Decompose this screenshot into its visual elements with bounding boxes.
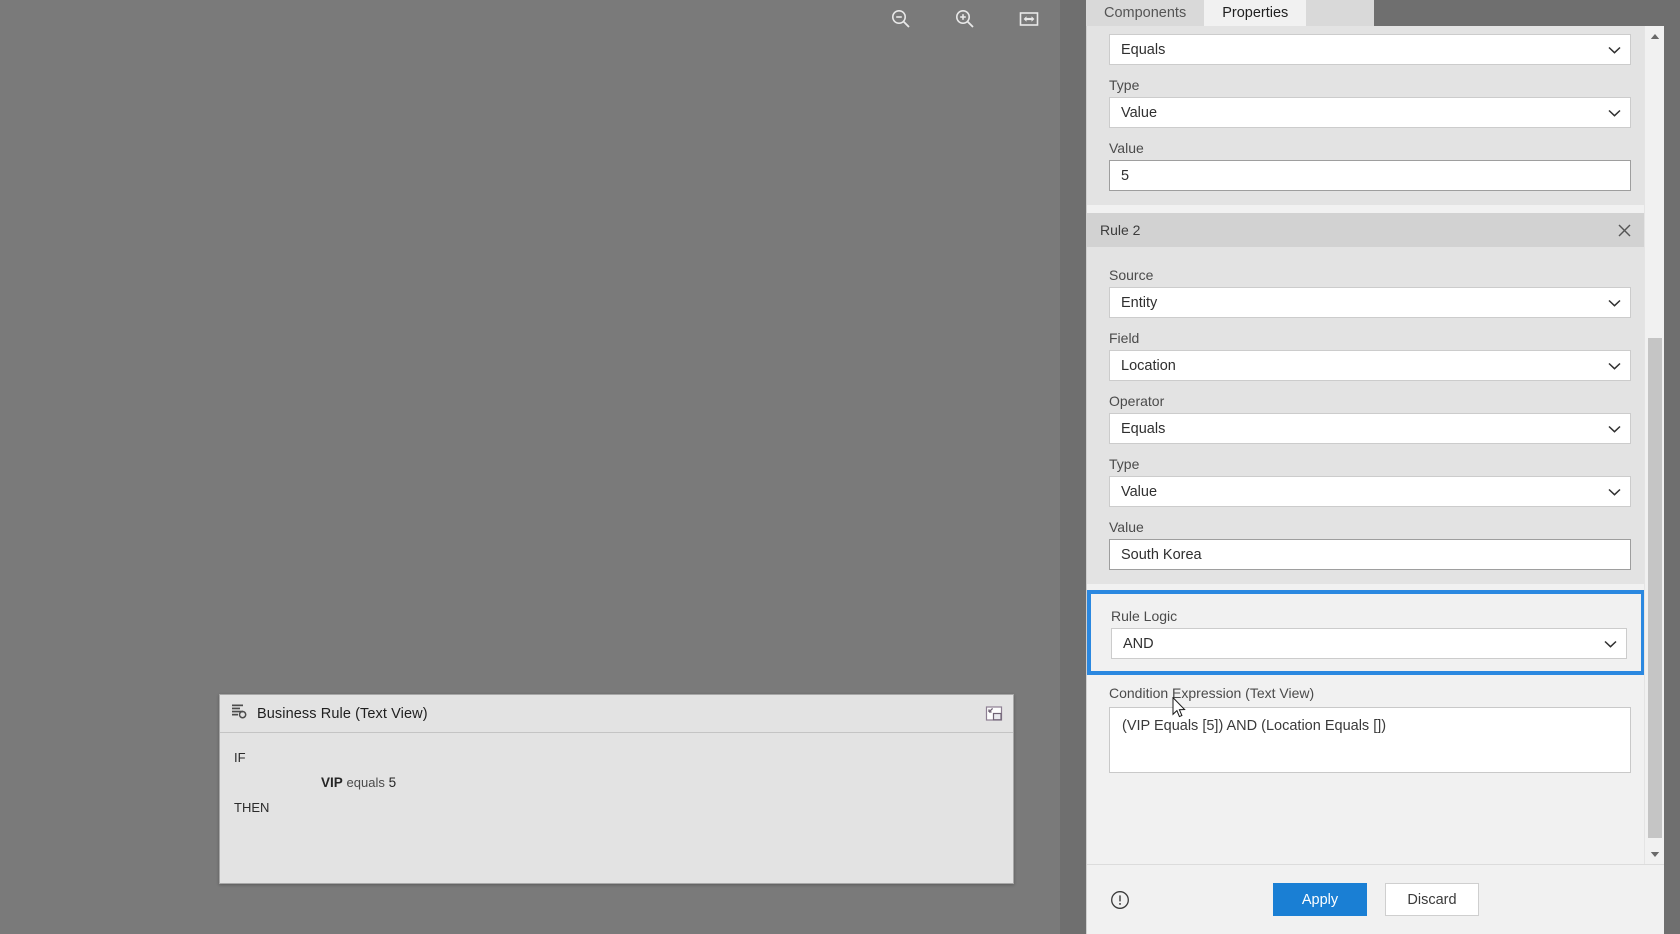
fit-to-screen-icon[interactable] (1016, 6, 1042, 32)
rule-2-header: Rule 2 (1087, 213, 1645, 247)
business-rule-icon (230, 702, 248, 725)
rule1-value-text: 5 (1121, 167, 1130, 184)
rule-condition-operator: equals (346, 775, 385, 790)
panel-tabstrip: Components Properties (1060, 0, 1680, 26)
chevron-down-icon (1608, 421, 1621, 437)
canvas-toolbar (888, 0, 1048, 38)
rule2-source-value: Entity (1121, 294, 1158, 311)
rule2-value-text: South Korea (1121, 546, 1202, 563)
scroll-down-icon[interactable] (1645, 844, 1664, 864)
rule2-field-value: Location (1121, 357, 1176, 374)
chevron-down-icon (1608, 42, 1621, 58)
rule-condition-value: 5 (388, 775, 397, 790)
rule2-type-select[interactable]: Value (1109, 476, 1631, 507)
scroll-up-icon[interactable] (1645, 26, 1664, 46)
business-rule-panel-titlebar[interactable]: Business Rule (Text View) (220, 695, 1013, 733)
close-icon[interactable] (1609, 215, 1639, 245)
tabstrip-filler (1306, 0, 1375, 26)
rule1-operator-select[interactable]: Equals (1109, 34, 1631, 65)
chevron-down-icon (1608, 105, 1621, 121)
rule2-source-label: Source (1109, 267, 1154, 283)
rule-logic-highlight-box: Rule Logic AND (1087, 590, 1645, 675)
business-rule-panel-title: Business Rule (Text View) (257, 705, 428, 722)
properties-content: Equals Type Value Value 5 Rule 2 Source … (1087, 26, 1645, 773)
condition-expression-textarea[interactable]: (VIP Equals [5]) AND (Location Equals []… (1109, 707, 1631, 773)
rule2-type-label: Type (1109, 456, 1140, 472)
rule2-value-label: Value (1109, 519, 1144, 535)
rule1-type-label: Type (1109, 77, 1140, 93)
rule2-value-input[interactable]: South Korea (1109, 539, 1631, 570)
rule-text-condition: VIP equals 5 (321, 776, 1013, 790)
rule1-type-select[interactable]: Value (1109, 97, 1631, 128)
rule2-operator-label: Operator (1109, 393, 1165, 409)
rule1-value-input[interactable]: 5 (1109, 160, 1631, 191)
chevron-down-icon (1608, 358, 1621, 374)
zoom-out-icon[interactable] (888, 6, 914, 32)
design-canvas[interactable]: Business Rule (Text View) IF VIP equals … (0, 0, 1060, 934)
tab-components[interactable]: Components (1086, 0, 1205, 26)
warning-info-icon[interactable] (1109, 889, 1131, 911)
rule2-operator-select[interactable]: Equals (1109, 413, 1631, 444)
discard-button[interactable]: Discard (1385, 883, 1479, 916)
section-gap (1087, 205, 1645, 213)
rule-text-then: THEN (234, 799, 270, 815)
rule-1-section: Equals Type Value Value 5 (1087, 26, 1645, 205)
tab-properties[interactable]: Properties (1204, 0, 1307, 26)
rule1-type-value: Value (1121, 104, 1158, 121)
rule1-value-label: Value (1109, 140, 1144, 156)
apply-button[interactable]: Apply (1273, 883, 1367, 916)
rule2-field-label: Field (1109, 330, 1140, 346)
rule-condition-field: VIP (321, 775, 343, 790)
business-rule-panel-body: IF VIP equals 5 THEN (220, 733, 1013, 814)
zoom-in-icon[interactable] (952, 6, 978, 32)
business-rule-panel[interactable]: Business Rule (Text View) IF VIP equals … (219, 694, 1014, 884)
rule-2-title: Rule 2 (1100, 222, 1141, 238)
chevron-down-icon (1608, 484, 1621, 500)
properties-action-bar: Apply Discard (1087, 864, 1664, 934)
properties-panel: Components Properties Equals Type Value (1060, 0, 1680, 934)
rule-logic-select[interactable]: AND (1111, 628, 1627, 659)
rule-logic-label: Rule Logic (1111, 608, 1178, 624)
rule-text-if: IF (234, 750, 246, 765)
rule2-field-select[interactable]: Location (1109, 350, 1631, 381)
restore-window-icon[interactable] (981, 701, 1007, 727)
properties-scroll-area[interactable]: Equals Type Value Value 5 Rule 2 Source … (1087, 26, 1645, 864)
rule2-type-value: Value (1121, 483, 1158, 500)
rule2-operator-value: Equals (1121, 420, 1166, 437)
condition-expression-label: Condition Expression (Text View) (1109, 685, 1315, 701)
condition-expression-section: Condition Expression (Text View) (VIP Eq… (1087, 675, 1645, 773)
rule-2-section: Rule 2 Source Entity Field Location Oper… (1087, 213, 1645, 584)
rule1-operator-value: Equals (1121, 41, 1166, 58)
properties-panel-shell: Equals Type Value Value 5 Rule 2 Source … (1086, 26, 1664, 934)
rule2-source-select[interactable]: Entity (1109, 287, 1631, 318)
chevron-down-icon (1608, 295, 1621, 311)
chevron-down-icon (1604, 636, 1617, 652)
rule-logic-value: AND (1123, 635, 1154, 652)
properties-vertical-scrollbar[interactable] (1644, 26, 1664, 864)
scrollbar-thumb[interactable] (1648, 338, 1662, 838)
